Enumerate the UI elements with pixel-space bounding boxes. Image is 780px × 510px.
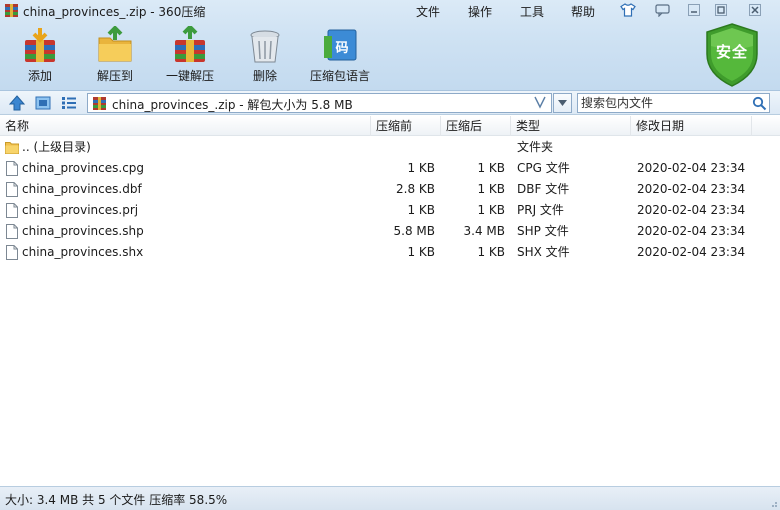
file-icon (6, 182, 18, 197)
add-button[interactable]: 添加 (18, 26, 62, 86)
file-type: SHP 文件 (517, 224, 569, 238)
archive-language-button-label: 压缩包语言 (309, 69, 370, 83)
add-archive-icon (25, 28, 55, 62)
maximize-icon[interactable] (711, 2, 731, 18)
delete-button-label: 删除 (252, 69, 277, 83)
file-size-before: 2.8 KB (396, 182, 435, 196)
file-date: 2020-02-04 23:34 (637, 224, 746, 238)
file-type: PRJ 文件 (517, 203, 564, 217)
file-name: .. (上级目录) (22, 140, 91, 154)
file-type: CPG 文件 (517, 161, 570, 175)
app-chrome: china_provinces_.zip - 360压缩 文件 操作 工具 帮助 (0, 0, 780, 91)
add-button-label: 添加 (27, 69, 52, 83)
list-item-parent[interactable]: .. (上级目录) 文件夹 (0, 137, 760, 158)
file-icon (6, 224, 18, 239)
search-input[interactable] (581, 95, 746, 111)
chevron-down-icon (558, 100, 567, 106)
file-type: SHX 文件 (517, 245, 570, 259)
list-item[interactable]: china_provinces.prj 1 KB 1 KB PRJ 文件 202… (0, 200, 760, 221)
file-icon (6, 203, 18, 218)
file-size-after: 1 KB (477, 203, 505, 217)
up-arrow-icon[interactable] (8, 94, 26, 112)
column-name[interactable]: 名称 (0, 116, 371, 136)
list-item[interactable]: china_provinces.cpg 1 KB 1 KB CPG 文件 202… (0, 158, 760, 179)
file-date: 2020-02-04 23:34 (637, 182, 746, 196)
file-size-after (441, 137, 505, 158)
archive-language-button[interactable]: 码 压缩包语言 (306, 26, 374, 86)
list-view-icon[interactable] (60, 94, 78, 112)
trash-can-icon (250, 30, 280, 63)
file-size-before: 5.8 MB (393, 224, 435, 238)
archive-file-icon (93, 97, 106, 110)
address-text: china_provinces_.zip - 解包大小为 5.8 MB (112, 98, 353, 112)
menu-file[interactable]: 文件 (414, 2, 442, 21)
feedback-icon[interactable] (652, 2, 672, 18)
file-size-before: 1 KB (407, 161, 435, 175)
file-size-after: 1 KB (477, 245, 505, 259)
file-date: 2020-02-04 23:34 (637, 203, 746, 217)
resize-grip-icon[interactable] (768, 498, 778, 508)
file-size-before: 1 KB (407, 203, 435, 217)
thumbnail-view-icon[interactable] (34, 94, 52, 112)
file-icon (6, 161, 18, 176)
column-before[interactable]: 压缩前 (371, 116, 441, 136)
file-type: 文件夹 (517, 140, 554, 154)
file-date: 2020-02-04 23:34 (637, 161, 746, 175)
list-item[interactable]: china_provinces.shx 1 KB 1 KB SHX 文件 202… (0, 242, 760, 263)
file-icon (6, 245, 18, 260)
status-bar: 大小: 3.4 MB 共 5 个文件 压缩率 58.5% (0, 486, 780, 510)
one-click-extract-button-label: 一键解压 (165, 69, 214, 83)
archive-app-icon (5, 4, 18, 17)
column-after[interactable]: 压缩后 (441, 116, 511, 136)
language-code-icon: 码 (324, 29, 357, 61)
window-title: china_provinces_.zip - 360压缩 (23, 5, 206, 19)
file-size-after: 1 KB (477, 161, 505, 175)
search-box[interactable] (577, 93, 770, 113)
status-text: 大小: 3.4 MB 共 5 个文件 压缩率 58.5% (5, 493, 228, 507)
minimize-icon[interactable] (684, 2, 704, 18)
file-size-before (371, 137, 435, 158)
search-icon[interactable] (752, 96, 767, 111)
address-dropdown-button[interactable] (553, 93, 572, 113)
list-item[interactable]: china_provinces.shp 5.8 MB 3.4 MB SHP 文件… (0, 221, 760, 242)
extract-to-button[interactable]: 解压到 (93, 26, 137, 86)
menu-help[interactable]: 帮助 (569, 2, 597, 21)
file-size-after: 3.4 MB (463, 224, 505, 238)
file-name: china_provinces.prj (22, 203, 139, 217)
close-icon[interactable] (745, 2, 765, 18)
file-list: .. (上级目录) 文件夹 china_provinces.cpg 1 KB 1… (0, 137, 780, 486)
address-row: china_provinces_.zip - 解包大小为 5.8 MB (0, 91, 780, 115)
file-name: china_provinces.shp (22, 224, 144, 238)
extract-to-button-label: 解压到 (96, 69, 133, 83)
folder-icon (5, 142, 19, 154)
column-header: 名称 压缩前 压缩后 类型 修改日期 (0, 116, 780, 136)
file-size-before: 1 KB (407, 245, 435, 259)
security-shield[interactable]: 安全 (703, 22, 761, 88)
address-bar[interactable]: china_provinces_.zip - 解包大小为 5.8 MB (87, 93, 552, 113)
file-date: 2020-02-04 23:34 (637, 245, 746, 259)
list-item[interactable]: china_provinces.dbf 2.8 KB 1 KB DBF 文件 2… (0, 179, 760, 200)
file-name: china_provinces.shx (22, 245, 144, 259)
address-history-icon[interactable] (533, 94, 547, 114)
one-click-extract-icon (175, 26, 205, 62)
file-name: china_provinces.cpg (22, 161, 145, 175)
file-size-after: 1 KB (477, 182, 505, 196)
one-click-extract-button[interactable]: 一键解压 (162, 26, 218, 86)
extract-folder-icon (98, 26, 132, 62)
column-type[interactable]: 类型 (511, 116, 631, 136)
title-bar: china_provinces_.zip - 360压缩 文件 操作 工具 帮助 (0, 0, 780, 22)
menu-operation[interactable]: 操作 (466, 2, 494, 21)
security-label: 安全 (715, 43, 748, 61)
menu-tools[interactable]: 工具 (518, 2, 546, 21)
delete-button[interactable]: 删除 (243, 26, 287, 86)
skin-shirt-icon[interactable] (618, 2, 638, 18)
column-date[interactable]: 修改日期 (631, 116, 752, 136)
file-type: DBF 文件 (517, 182, 570, 196)
svg-text:码: 码 (335, 41, 348, 56)
file-name: china_provinces.dbf (22, 182, 142, 196)
